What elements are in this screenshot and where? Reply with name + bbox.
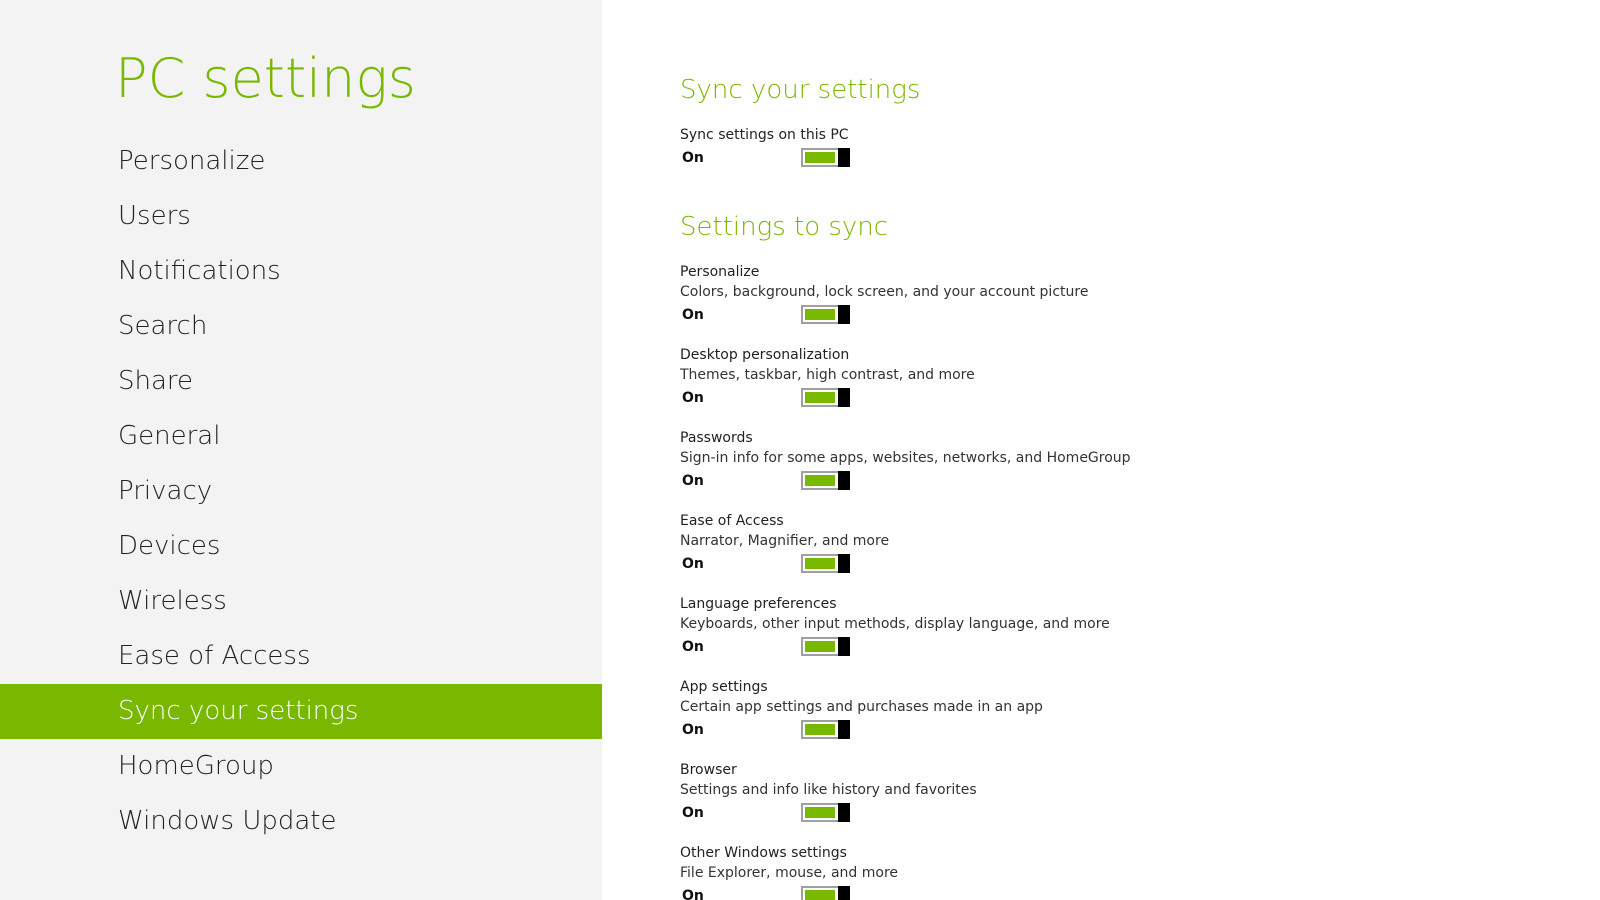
toggle-state-label: On xyxy=(682,473,704,489)
toggle-fill xyxy=(805,152,835,163)
section-heading-sync: Sync your settings xyxy=(680,75,921,105)
app-settings-toggle[interactable] xyxy=(801,720,850,739)
nav-item-users[interactable]: Users xyxy=(0,189,602,244)
toggle-fill xyxy=(805,392,835,403)
toggle-thumb[interactable] xyxy=(838,305,850,324)
setting-title: Passwords xyxy=(680,430,753,446)
setting-description: Certain app settings and purchases made … xyxy=(680,699,1043,715)
setting-title: Browser xyxy=(680,762,737,778)
setting-title: App settings xyxy=(680,679,768,695)
toggle-row: On xyxy=(680,635,1380,659)
section-heading-settings-to-sync: Settings to sync xyxy=(680,212,889,242)
setting-description: Keyboards, other input methods, display … xyxy=(680,616,1110,632)
setting-personalize: Personalize Colors, background, lock scr… xyxy=(680,262,1380,327)
toggle-state-label: On xyxy=(682,556,704,572)
nav-item-personalize[interactable]: Personalize xyxy=(0,134,602,189)
setting-title: Other Windows settings xyxy=(680,845,847,861)
passwords-toggle[interactable] xyxy=(801,471,850,490)
other-windows-settings-toggle[interactable] xyxy=(801,886,850,900)
toggle-thumb[interactable] xyxy=(838,637,850,656)
setting-passwords: Passwords Sign-in info for some apps, we… xyxy=(680,428,1380,493)
setting-ease-of-access: Ease of Access Narrator, Magnifier, and … xyxy=(680,511,1380,576)
toggle-state-label: On xyxy=(682,888,704,900)
toggle-fill xyxy=(805,807,835,818)
toggle-thumb[interactable] xyxy=(838,803,850,822)
language-preferences-toggle[interactable] xyxy=(801,637,850,656)
nav-item-sync-your-settings[interactable]: Sync your settings xyxy=(0,684,602,739)
setting-sync-pc: Sync settings on this PC On xyxy=(680,125,1380,170)
nav-item-windows-update[interactable]: Windows Update xyxy=(0,794,602,849)
nav-item-notifications[interactable]: Notifications xyxy=(0,244,602,299)
toggle-thumb[interactable] xyxy=(838,148,850,167)
toggle-row: On xyxy=(680,801,1380,825)
nav-item-search[interactable]: Search xyxy=(0,299,602,354)
toggle-state-label: On xyxy=(682,805,704,821)
nav-item-wireless[interactable]: Wireless xyxy=(0,574,602,629)
browser-toggle[interactable] xyxy=(801,803,850,822)
nav-item-privacy[interactable]: Privacy xyxy=(0,464,602,519)
toggle-row: On xyxy=(680,718,1380,742)
toggle-row: On xyxy=(680,469,1380,493)
nav-item-ease-of-access[interactable]: Ease of Access xyxy=(0,629,602,684)
toggle-state-label: On xyxy=(682,639,704,655)
setting-title: Ease of Access xyxy=(680,513,784,529)
settings-content: Sync your settings Sync settings on this… xyxy=(680,0,1580,900)
toggle-row: On xyxy=(680,884,1380,900)
toggle-thumb[interactable] xyxy=(838,886,850,900)
ease-of-access-toggle[interactable] xyxy=(801,554,850,573)
toggle-fill xyxy=(805,890,835,900)
toggle-thumb[interactable] xyxy=(838,554,850,573)
setting-description: Sign-in info for some apps, websites, ne… xyxy=(680,450,1131,466)
setting-title: Personalize xyxy=(680,264,760,280)
toggle-fill xyxy=(805,475,835,486)
toggle-thumb[interactable] xyxy=(838,388,850,407)
navigation-pane: PC settings Personalize Users Notificati… xyxy=(0,0,602,900)
nav-list: Personalize Users Notifications Search S… xyxy=(0,134,602,849)
toggle-thumb[interactable] xyxy=(838,720,850,739)
toggle-row: On xyxy=(680,552,1380,576)
setting-title: Sync settings on this PC xyxy=(680,127,849,143)
setting-title: Language preferences xyxy=(680,596,837,612)
nav-item-general[interactable]: General xyxy=(0,409,602,464)
setting-description: Themes, taskbar, high contrast, and more xyxy=(680,367,975,383)
toggle-row: On xyxy=(680,146,1380,170)
setting-browser: Browser Settings and info like history a… xyxy=(680,760,1380,825)
pc-settings-window: PC settings Personalize Users Notificati… xyxy=(0,0,1600,900)
toggle-state-label: On xyxy=(682,150,704,166)
toggle-fill xyxy=(805,558,835,569)
toggle-thumb[interactable] xyxy=(838,471,850,490)
setting-other-windows-settings: Other Windows settings File Explorer, mo… xyxy=(680,843,1380,900)
setting-description: Narrator, Magnifier, and more xyxy=(680,533,890,549)
toggle-fill xyxy=(805,724,835,735)
personalize-toggle[interactable] xyxy=(801,305,850,324)
toggle-fill xyxy=(805,309,835,320)
setting-desktop-personalization: Desktop personalization Themes, taskbar,… xyxy=(680,345,1380,410)
setting-language-preferences: Language preferences Keyboards, other in… xyxy=(680,594,1380,659)
toggle-row: On xyxy=(680,303,1380,327)
setting-description: Settings and info like history and favor… xyxy=(680,782,977,798)
setting-description: Colors, background, lock screen, and you… xyxy=(680,284,1089,300)
sync-settings-toggle[interactable] xyxy=(801,148,850,167)
toggle-row: On xyxy=(680,386,1380,410)
desktop-personalization-toggle[interactable] xyxy=(801,388,850,407)
setting-title: Desktop personalization xyxy=(680,347,850,363)
toggle-fill xyxy=(805,641,835,652)
nav-item-devices[interactable]: Devices xyxy=(0,519,602,574)
setting-description: File Explorer, mouse, and more xyxy=(680,865,899,881)
page-title: PC settings xyxy=(115,47,416,110)
toggle-state-label: On xyxy=(682,722,704,738)
toggle-state-label: On xyxy=(682,307,704,323)
toggle-state-label: On xyxy=(682,390,704,406)
nav-item-homegroup[interactable]: HomeGroup xyxy=(0,739,602,794)
setting-app-settings: App settings Certain app settings and pu… xyxy=(680,677,1380,742)
nav-item-share[interactable]: Share xyxy=(0,354,602,409)
